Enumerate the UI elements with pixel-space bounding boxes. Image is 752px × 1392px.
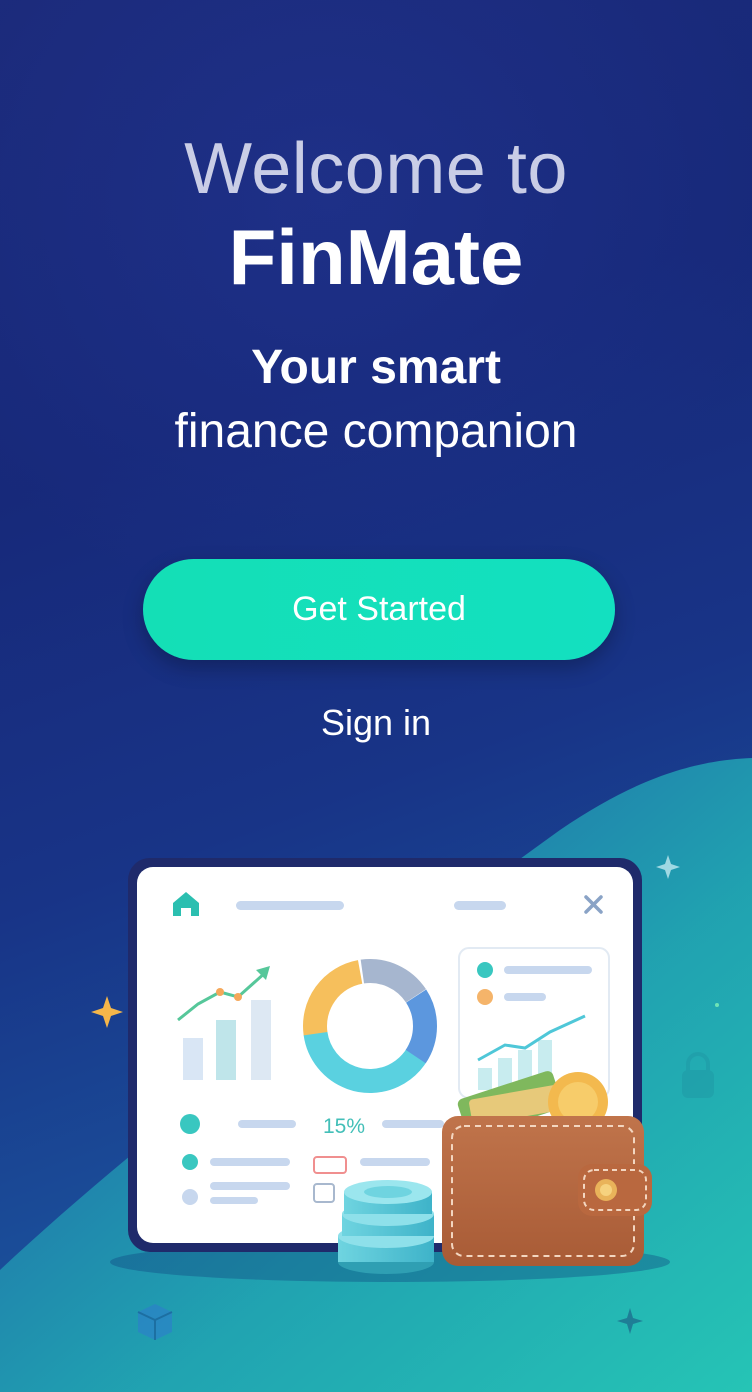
coin-stack-graphic (338, 1180, 434, 1274)
sparkle-dot (715, 1003, 719, 1007)
welcome-screen: Welcome to FinMate Your smart finance co… (0, 0, 752, 1392)
sparkle-icon (91, 996, 123, 1028)
sign-in-link[interactable]: Sign in (0, 702, 752, 744)
brand-name: FinMate (228, 213, 524, 301)
percentage-label: 15% (323, 1115, 365, 1138)
tagline-line-1: Your smart (251, 341, 501, 394)
tagline: Your smart finance companion (0, 336, 752, 464)
tagline-line-2: finance companion (174, 405, 578, 458)
background-glow (0, 0, 752, 620)
get-started-button[interactable]: Get Started (143, 559, 615, 660)
finance-illustration: 15% (0, 758, 752, 1392)
welcome-heading: Welcome to (184, 129, 568, 209)
